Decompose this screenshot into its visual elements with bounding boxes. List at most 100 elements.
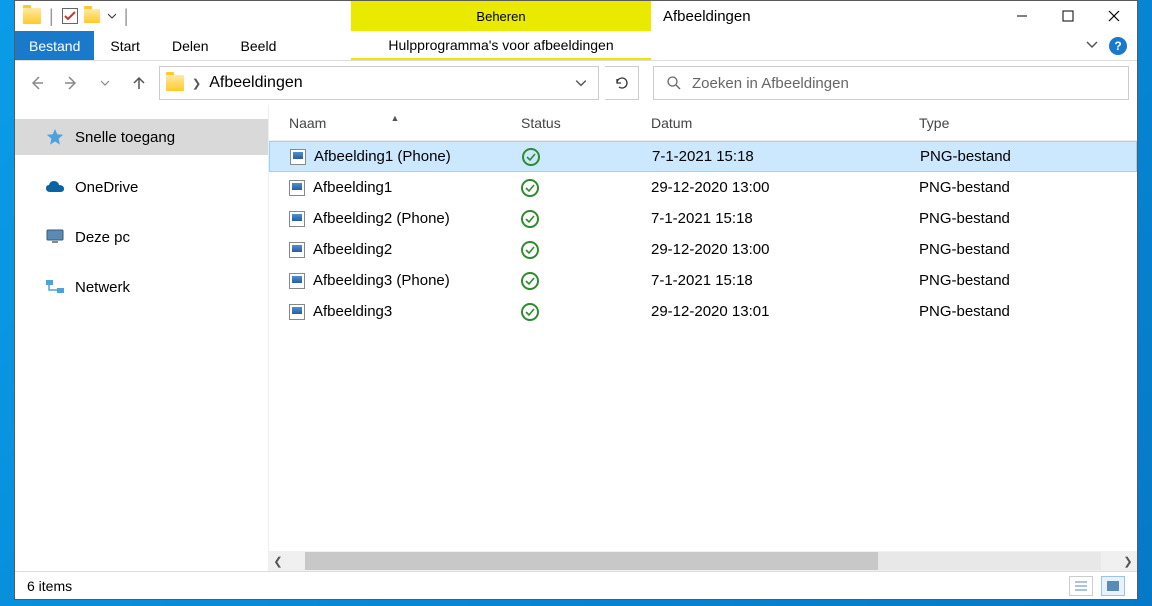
pc-icon [45,228,65,246]
file-row[interactable]: Afbeelding2 (Phone) 7-1-2021 15:18PNG-bes… [269,203,1137,234]
sidebar-item-label: Deze pc [75,229,130,246]
ribbon-tabs: Bestand Start Delen Beeld Hulpprogramma'… [15,31,1137,61]
ribbon-tab-share[interactable]: Delen [156,31,225,60]
search-icon [666,75,682,91]
ribbon-tab-file[interactable]: Bestand [15,31,94,60]
sidebar-item-label: Netwerk [75,279,130,296]
file-date: 7-1-2021 15:18 [651,210,919,227]
cloud-icon [45,178,65,196]
scroll-right-icon[interactable]: ❯ [1119,555,1137,568]
file-date: 29-12-2020 13:00 [651,241,919,258]
image-file-icon [289,242,305,258]
address-bar[interactable]: ❯ Afbeeldingen [159,66,599,100]
view-details-button[interactable] [1069,576,1093,596]
file-name: Afbeelding2 (Phone) [313,210,450,227]
file-name: Afbeelding3 [313,303,392,320]
image-file-icon [289,211,305,227]
file-date: 29-12-2020 13:01 [651,303,919,320]
sidebar-item-label: Snelle toegang [75,129,175,146]
recent-locations-button[interactable] [91,69,119,97]
refresh-button[interactable] [605,66,639,100]
scroll-left-icon[interactable]: ❮ [269,555,287,568]
window-controls [999,1,1137,31]
status-synced-icon [521,303,539,321]
column-headers: ▲ Naam Status Datum Type [269,105,1137,141]
forward-button[interactable] [57,69,85,97]
status-synced-icon [522,148,540,166]
status-bar: 6 items [15,571,1137,599]
sidebar-item-this-pc[interactable]: Deze pc [15,219,268,255]
file-name: Afbeelding1 (Phone) [314,148,451,165]
breadcrumb-separator-icon[interactable]: ❯ [192,77,201,90]
window-title: Afbeeldingen [651,1,999,31]
back-button[interactable] [23,69,51,97]
status-synced-icon [521,272,539,290]
manage-label: Beheren [476,9,525,24]
ribbon-collapse-icon[interactable] [1085,37,1099,54]
qat-dropdown-icon[interactable] [106,12,116,20]
minimize-button[interactable] [999,1,1045,31]
file-type: PNG-bestand [919,179,1137,196]
sidebar-item-onedrive[interactable]: OneDrive [15,169,268,205]
file-date: 7-1-2021 15:18 [651,272,919,289]
image-file-icon [289,273,305,289]
file-name: Afbeelding2 [313,241,392,258]
file-type: PNG-bestand [919,241,1137,258]
file-type: PNG-bestand [919,210,1137,227]
file-rows: Afbeelding1 (Phone)7-1-2021 15:18PNG-bes… [269,141,1137,551]
image-file-icon [290,149,306,165]
file-type: PNG-bestand [919,303,1137,320]
file-row[interactable]: Afbeelding3 (Phone) 7-1-2021 15:18PNG-bes… [269,265,1137,296]
sort-ascending-icon: ▲ [391,113,400,123]
sidebar-item-label: OneDrive [75,179,138,196]
file-row[interactable]: Afbeelding1 (Phone) 7-1-2021 15:18PNG-bes… [269,141,1137,172]
view-thumbnails-button[interactable] [1101,576,1125,596]
search-placeholder: Zoeken in Afbeeldingen [692,75,849,92]
ribbon-tab-view[interactable]: Beeld [225,31,293,60]
star-pin-icon [45,128,65,146]
ribbon-tab-start[interactable]: Start [94,31,156,60]
file-date: 29-12-2020 13:00 [651,179,919,196]
breadcrumb-current[interactable]: Afbeeldingen [209,74,302,92]
scroll-thumb[interactable] [305,552,878,570]
ribbon-tab-picture-tools[interactable]: Hulpprogramma's voor afbeeldingen [351,31,651,60]
file-row[interactable]: Afbeelding2 29-12-2020 13:00PNG-bestand [269,234,1137,265]
column-header-status[interactable]: Status [521,115,651,131]
horizontal-scrollbar[interactable]: ❮ ❯ [269,551,1137,571]
column-header-name[interactable]: ▲ Naam [269,115,521,131]
status-item-count: 6 items [27,578,72,594]
close-button[interactable] [1091,1,1137,31]
status-synced-icon [521,179,539,197]
column-header-type[interactable]: Type [919,115,1137,131]
file-row[interactable]: Afbeelding3 29-12-2020 13:01PNG-bestand [269,296,1137,327]
explorer-window: | | Beheren Afbeeldingen [14,0,1138,600]
qat-separator: | [47,6,56,27]
file-type: PNG-bestand [920,148,1136,165]
up-button[interactable] [125,69,153,97]
file-type: PNG-bestand [919,272,1137,289]
navigation-pane: Snelle toegang OneDrive Deze pc [15,105,269,571]
sidebar-item-network[interactable]: Netwerk [15,269,268,305]
body: Snelle toegang OneDrive Deze pc [15,105,1137,571]
column-header-date[interactable]: Datum [651,115,919,131]
image-file-icon [289,304,305,320]
address-folder-icon [166,75,184,91]
help-icon[interactable]: ? [1109,37,1127,55]
address-history-dropdown[interactable] [570,77,592,89]
qat-properties-icon[interactable] [62,8,78,24]
network-icon [45,278,65,296]
file-name: Afbeelding3 (Phone) [313,272,450,289]
title-bar: | | Beheren Afbeeldingen [15,1,1137,31]
status-synced-icon [521,210,539,228]
qat-new-folder-icon[interactable] [84,9,100,23]
file-date: 7-1-2021 15:18 [652,148,920,165]
maximize-button[interactable] [1045,1,1091,31]
status-synced-icon [521,241,539,259]
file-row[interactable]: Afbeelding129-12-2020 13:00PNG-bestand [269,172,1137,203]
sidebar-item-quick-access[interactable]: Snelle toegang [15,119,268,155]
scroll-track[interactable] [305,552,1101,570]
image-file-icon [289,180,305,196]
navigation-bar: ❯ Afbeeldingen Zoeken in Afbeeldingen [15,61,1137,105]
search-box[interactable]: Zoeken in Afbeeldingen [653,66,1129,100]
contextual-tab-header[interactable]: Beheren [351,1,651,31]
